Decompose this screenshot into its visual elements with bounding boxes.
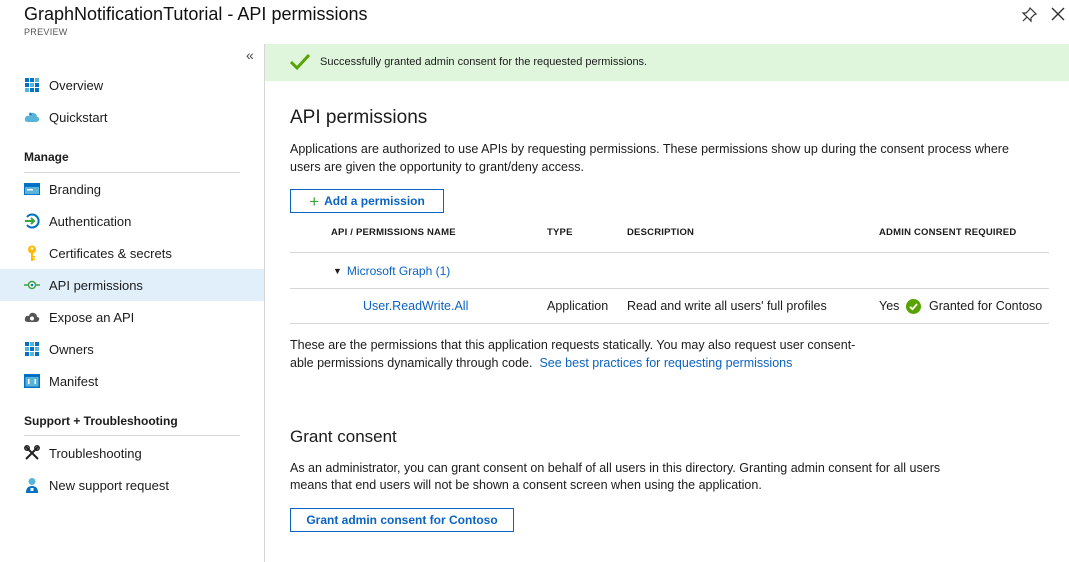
owners-grid-icon — [24, 341, 40, 357]
preview-label: PREVIEW — [24, 27, 68, 37]
branding-icon — [24, 181, 40, 197]
api-permissions-icon — [24, 277, 40, 293]
cloud-icon — [24, 109, 40, 125]
note-line2: able permissions dynamically through cod… — [290, 356, 533, 370]
granted-status: Granted for Contoso — [929, 299, 1043, 313]
sidebar-item-owners[interactable]: Owners — [0, 333, 264, 365]
person-support-icon — [24, 477, 40, 493]
banner-message: Successfully granted admin consent for t… — [320, 56, 648, 68]
pin-icon[interactable] — [1020, 6, 1038, 24]
table-group-microsoft-graph[interactable]: ▼ Microsoft Graph (1) — [333, 264, 450, 278]
sidebar-item-troubleshooting[interactable]: Troubleshooting — [0, 437, 264, 469]
authentication-icon — [24, 213, 40, 229]
table-row-divider — [290, 288, 1049, 289]
key-icon — [24, 245, 40, 261]
overview-grid-icon — [24, 77, 40, 93]
table-header-divider — [290, 252, 1049, 253]
permission-name-link[interactable]: User.ReadWrite.All — [363, 299, 468, 313]
table-bottom-divider — [290, 323, 1049, 324]
close-icon[interactable] — [1050, 6, 1066, 22]
sidebar-item-certificates-secrets[interactable]: Certificates & secrets — [0, 237, 264, 269]
sidebar-item-authentication[interactable]: Authentication — [0, 205, 264, 237]
collapse-sidebar-button[interactable]: « — [246, 47, 254, 63]
group-label: Microsoft Graph (1) — [346, 264, 451, 278]
sidebar-item-manifest[interactable]: Manifest — [0, 365, 264, 397]
grant-admin-consent-button[interactable]: Grant admin consent for Contoso — [290, 508, 514, 532]
manage-section-label: Manage — [24, 150, 69, 164]
section-heading-grant-consent: Grant consent — [290, 427, 397, 446]
plus-icon: + — [309, 191, 320, 211]
intro-text-line2: users are given the opportunity to grant… — [290, 160, 584, 174]
sidebar-item-api-permissions[interactable]: API permissions — [0, 269, 264, 301]
sidebar-item-label: Quickstart — [49, 109, 108, 125]
checkmark-icon — [289, 53, 311, 71]
sidebar-item-overview[interactable]: Overview — [0, 69, 264, 101]
support-section-label: Support + Troubleshooting — [24, 414, 178, 428]
sidebar-item-label: Overview — [49, 77, 104, 93]
sidebar-item-new-support-request[interactable]: New support request — [0, 469, 264, 501]
sidebar-item-label: Owners — [49, 341, 94, 357]
add-permission-button[interactable]: + Add a permission — [290, 189, 444, 213]
cloud-gear-icon — [24, 309, 40, 325]
best-practices-link[interactable]: See best practices for requesting permis… — [539, 356, 792, 370]
sidebar-item-quickstart[interactable]: Quickstart — [0, 101, 264, 133]
add-permission-label: Add a permission — [324, 194, 425, 208]
page-title: GraphNotificationTutorial - API permissi… — [24, 4, 368, 24]
intro-text-line1: Applications are authorized to use APIs … — [290, 142, 1009, 156]
permission-type: Application — [547, 299, 609, 313]
sidebar-item-label: Branding — [49, 181, 102, 197]
section-heading-api-permissions: API permissions — [290, 107, 428, 128]
sidebar-item-branding[interactable]: Branding — [0, 173, 264, 205]
sidebar-item-label: Expose an API — [49, 309, 135, 325]
sidebar-item-label: Authentication — [49, 213, 132, 229]
column-header-admin-consent: ADMIN CONSENT REQUIRED — [879, 227, 1017, 238]
sidebar-item-expose-an-api[interactable]: Expose an API — [0, 301, 264, 333]
sidebar: « Overview Quickstart Manage Branding Au… — [0, 44, 265, 562]
column-header-description: DESCRIPTION — [627, 227, 695, 238]
grant-text-line1: As an administrator, you can grant conse… — [290, 461, 941, 475]
granted-check-icon — [906, 299, 921, 314]
sidebar-item-label: Certificates & secrets — [49, 245, 172, 261]
success-banner: Successfully granted admin consent for t… — [265, 44, 1069, 81]
sidebar-item-label: New support request — [49, 477, 169, 493]
sidebar-item-label: Troubleshooting — [49, 445, 142, 461]
static-permissions-note: These are the permissions that this appl… — [290, 336, 890, 372]
expand-triangle-icon: ▼ — [333, 266, 342, 276]
sidebar-item-label: API permissions — [49, 277, 143, 293]
permission-description: Read and write all users' full profiles — [627, 299, 827, 313]
divider — [24, 435, 240, 436]
manifest-icon — [24, 373, 40, 389]
column-header-api-name: API / PERMISSIONS NAME — [331, 227, 456, 238]
grant-text-line2: means that end users will not be shown a… — [290, 478, 762, 492]
wrench-icon — [24, 445, 40, 461]
note-line1: These are the permissions that this appl… — [290, 338, 856, 352]
column-header-type: TYPE — [547, 227, 573, 238]
admin-consent-required-value: Yes — [879, 299, 900, 313]
sidebar-item-label: Manifest — [49, 373, 99, 389]
